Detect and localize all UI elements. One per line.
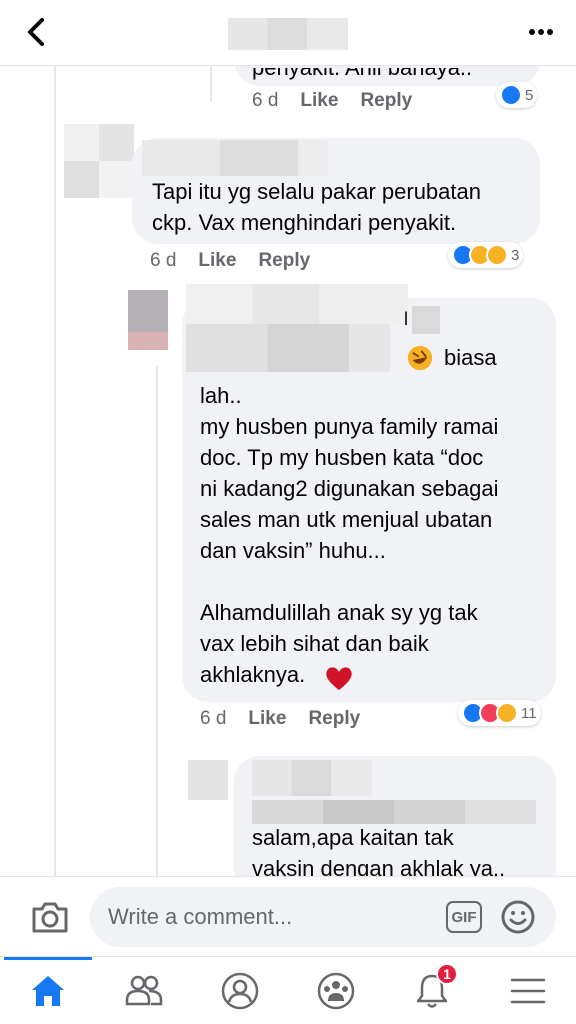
like-button[interactable]: Like bbox=[248, 708, 286, 730]
comment-text: salam,apa kaitan tak vaksin dengan akhla… bbox=[252, 825, 506, 876]
friends-icon bbox=[125, 975, 163, 1006]
commenter-name-redacted[interactable] bbox=[186, 284, 408, 324]
commenter-name-redacted bbox=[252, 800, 536, 824]
comment-actions: 6 d Like Reply bbox=[200, 708, 360, 730]
reaction-count: 3 bbox=[511, 246, 520, 264]
top-bar bbox=[0, 0, 576, 66]
like-button[interactable]: Like bbox=[198, 250, 236, 272]
reaction-count: 5 bbox=[525, 86, 534, 104]
comment-input-placeholder: Write a comment... bbox=[108, 904, 293, 929]
comment-actions: 6 d Like Reply bbox=[150, 250, 310, 272]
reply-thread-line bbox=[210, 66, 212, 102]
name-fragment-redacted bbox=[412, 306, 440, 334]
smiley-icon[interactable] bbox=[500, 899, 536, 935]
comment-composer: Write a comment... GIF bbox=[0, 876, 576, 956]
camera-icon[interactable] bbox=[30, 899, 70, 935]
reply-button[interactable]: Reply bbox=[258, 250, 310, 272]
like-button[interactable]: Like bbox=[300, 90, 338, 112]
active-tab-indicator bbox=[4, 957, 92, 960]
reaction-summary[interactable]: 11 bbox=[458, 700, 541, 726]
gif-button[interactable]: GIF bbox=[446, 901, 482, 933]
menu-icon bbox=[510, 978, 546, 1004]
red-heart-emoji-icon bbox=[326, 667, 352, 690]
notification-badge: 1 bbox=[436, 963, 458, 985]
more-options-icon[interactable] bbox=[528, 28, 554, 36]
commenter-name-redacted[interactable] bbox=[142, 140, 328, 176]
commenter-name-redacted[interactable] bbox=[252, 760, 372, 796]
reaction-summary[interactable]: 5 bbox=[496, 82, 538, 108]
haha-reaction-icon bbox=[496, 702, 518, 724]
tab-groups[interactable] bbox=[288, 957, 384, 1024]
reply-button[interactable]: Reply bbox=[360, 90, 412, 112]
comment-time: 6 d bbox=[200, 708, 227, 729]
name-tail-text: l bbox=[404, 309, 408, 329]
like-reaction-icon bbox=[500, 84, 522, 106]
reaction-summary[interactable]: 3 bbox=[448, 242, 524, 268]
comment-input[interactable]: Write a comment... GIF bbox=[90, 887, 556, 947]
avatar-redacted[interactable] bbox=[188, 760, 228, 800]
page-title-redacted bbox=[228, 18, 348, 50]
comment-text: lah.. my husben punya family ramai doc. … bbox=[200, 383, 499, 687]
groups-icon bbox=[317, 972, 355, 1010]
bottom-tab-bar: 1 bbox=[0, 956, 576, 1024]
tab-menu[interactable] bbox=[480, 957, 576, 1024]
profile-icon bbox=[221, 972, 259, 1010]
reply-button[interactable]: Reply bbox=[308, 708, 360, 730]
reply-thread-line bbox=[156, 366, 158, 876]
avatar-redacted[interactable] bbox=[128, 290, 168, 350]
comment-thread[interactable]: penyakit. Ahli bahaya.. 6 d Like Reply 5… bbox=[0, 66, 576, 876]
comment-time: 6 d bbox=[150, 250, 177, 271]
tab-profile[interactable] bbox=[192, 957, 288, 1024]
wow-reaction-icon bbox=[486, 244, 508, 266]
rolling-laugh-emoji-icon bbox=[407, 345, 433, 371]
commenter-name-redacted bbox=[186, 324, 390, 372]
tab-notifications[interactable]: 1 bbox=[384, 957, 480, 1024]
comment-actions: 6 d Like Reply bbox=[252, 90, 412, 112]
tab-friends[interactable] bbox=[96, 957, 192, 1024]
thread-line bbox=[54, 66, 56, 876]
reaction-count: 11 bbox=[521, 704, 537, 722]
comment-time: 6 d bbox=[252, 90, 279, 111]
tab-home[interactable] bbox=[0, 957, 96, 1024]
comment-text: penyakit. Ahli bahaya.. bbox=[252, 66, 473, 80]
back-arrow-icon[interactable] bbox=[22, 14, 52, 50]
comment-text-first-line: biasa bbox=[444, 345, 497, 370]
comment-text: Tapi itu yg selalu pakar perubatan ckp. … bbox=[152, 179, 481, 235]
home-icon bbox=[32, 976, 64, 1006]
avatar-redacted-lower bbox=[64, 161, 134, 198]
